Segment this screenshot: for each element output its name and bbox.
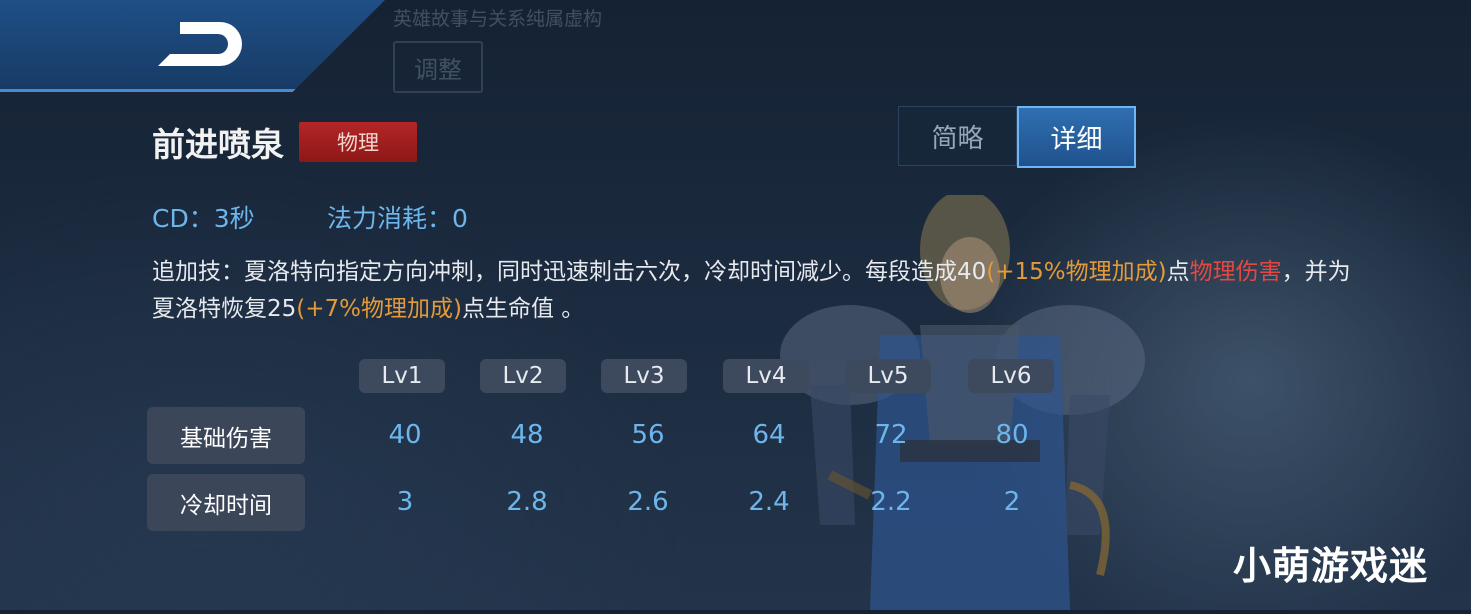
- table-cell: 80: [995, 420, 1029, 450]
- level-header-lv5: Lv5: [845, 359, 931, 393]
- table-cell: 64: [752, 420, 786, 450]
- level-header-lv6: Lv6: [968, 359, 1054, 393]
- table-cell: 40: [388, 420, 422, 450]
- table-cell: 48: [510, 420, 544, 450]
- desc-text: 追加技：夏洛特向指定方向冲刺，同时迅速刺击六次，冷却时间减少。每段造成40: [152, 259, 987, 285]
- back-button[interactable]: [150, 14, 250, 78]
- damage-type-badge: 物理: [299, 122, 417, 162]
- table-cell: 2: [1003, 487, 1021, 517]
- view-toggle: 简略 详细: [898, 106, 1136, 168]
- background-disclaimer: 英雄故事与关系纯属虚构: [393, 8, 603, 30]
- skill-name: 前进喷泉: [152, 125, 284, 164]
- level-header-lv3: Lv3: [601, 359, 687, 393]
- mana-cost-text: 法力消耗：0: [327, 204, 468, 233]
- skill-description: 追加技：夏洛特向指定方向冲刺，同时迅速刺击六次，冷却时间减少。每段造成40(+1…: [152, 254, 1352, 328]
- watermark: 小萌游戏迷: [1233, 544, 1429, 588]
- table-cell: 3: [396, 487, 414, 517]
- desc-text: 点: [1166, 259, 1190, 285]
- table-cell: 2.2: [870, 487, 912, 517]
- level-header-lv2: Lv2: [480, 359, 566, 393]
- level-header-lv4: Lv4: [723, 359, 809, 393]
- level-header-lv1: Lv1: [359, 359, 445, 393]
- row-label-base-damage: 基础伤害: [147, 407, 305, 464]
- table-cell: 72: [874, 420, 908, 450]
- row-label-cooldown: 冷却时间: [147, 474, 305, 531]
- tab-detail[interactable]: 详细: [1017, 106, 1136, 168]
- cooldown-text: CD：3秒: [152, 204, 255, 233]
- desc-damage-type: 物理伤害: [1189, 259, 1282, 285]
- back-arrow-icon: [158, 22, 242, 66]
- desc-text: 点生命值 。: [462, 296, 585, 322]
- table-cell: 2.4: [748, 487, 790, 517]
- background-adjust-button[interactable]: 调整: [393, 41, 483, 93]
- table-cell: 2.6: [627, 487, 669, 517]
- desc-bonus-heal: (+7%物理加成): [296, 296, 462, 322]
- tab-brief[interactable]: 简略: [898, 106, 1017, 166]
- desc-bonus-damage: (+15%物理加成): [986, 259, 1167, 285]
- table-cell: 56: [631, 420, 665, 450]
- table-cell: 2.8: [506, 487, 548, 517]
